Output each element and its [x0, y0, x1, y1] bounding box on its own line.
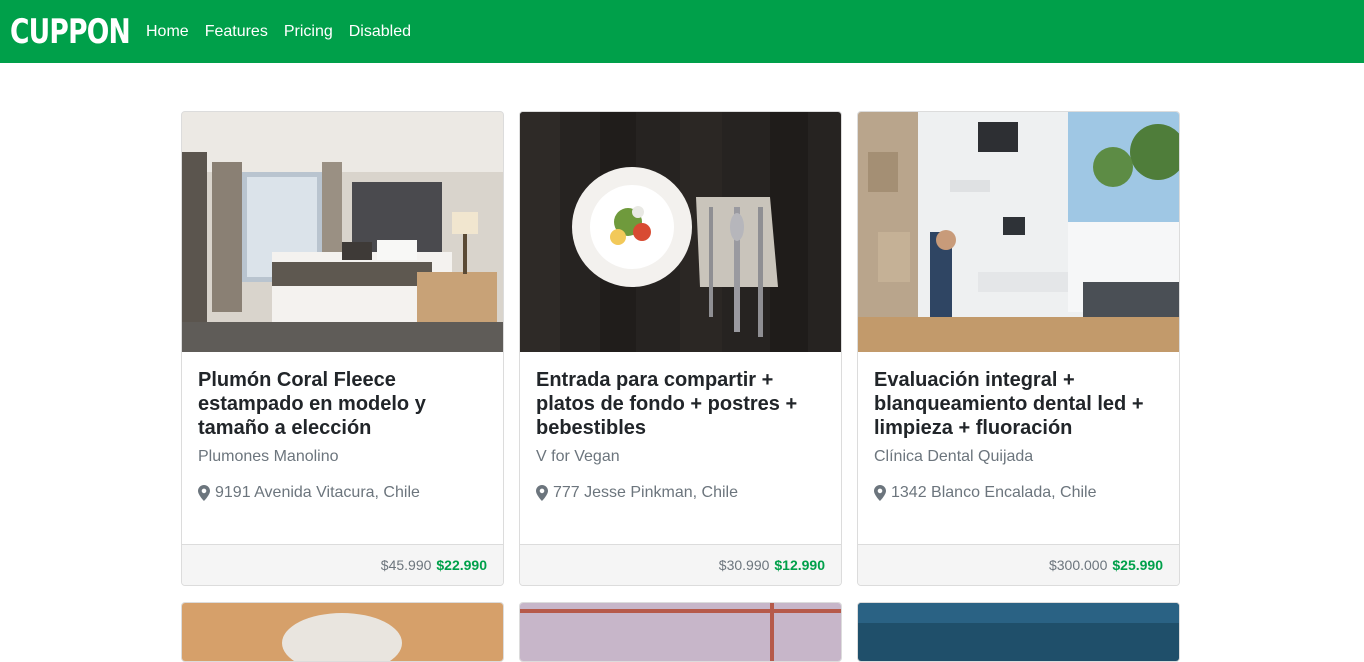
deal-image-hotel-bedroom[interactable] [182, 112, 503, 352]
deal-location: 9191 Avenida Vitacura, Chile [198, 484, 487, 502]
deal-card-partial[interactable] [181, 602, 504, 662]
deal-new-price: $25.990 [1112, 557, 1163, 573]
brand-logo[interactable]: CUPPON [10, 12, 131, 52]
deal-location-text: 9191 Avenida Vitacura, Chile [215, 484, 420, 501]
deal-card-body: Evaluación integral + blanqueamiento den… [858, 352, 1179, 544]
nav-link-features[interactable]: Features [205, 23, 268, 41]
map-pin-icon [874, 485, 886, 501]
deal-old-price: $45.990 [380, 557, 432, 573]
deal-card[interactable]: Evaluación integral + blanqueamiento den… [857, 111, 1180, 586]
deal-image-dental-clinic[interactable] [858, 112, 1179, 352]
deal-image-partial-bridge[interactable] [520, 603, 841, 661]
navbar: CUPPON Home Features Pricing Disabled [0, 0, 1364, 63]
deal-card-body: Entrada para compartir + platos de fondo… [520, 352, 841, 544]
deal-price-footer: $45.990 $22.990 [182, 544, 503, 585]
deal-old-price: $300.000 [1048, 557, 1108, 573]
deal-title[interactable]: Entrada para compartir + platos de fondo… [536, 368, 825, 440]
deal-old-price: $30.990 [718, 557, 770, 573]
deal-price-footer: $30.990 $12.990 [520, 544, 841, 585]
deals-grid: Plumón Coral Fleece estampado en modelo … [181, 111, 1181, 662]
deal-card[interactable]: Entrada para compartir + platos de fondo… [519, 111, 842, 586]
deal-new-price: $12.990 [774, 557, 825, 573]
deal-card[interactable]: Plumón Coral Fleece estampado en modelo … [181, 111, 504, 586]
deal-vendor: V for Vegan [536, 448, 620, 465]
nav-link-disabled: Disabled [348, 22, 411, 40]
deal-title[interactable]: Plumón Coral Fleece estampado en modelo … [198, 368, 487, 440]
deal-vendor: Plumones Manolino [198, 448, 339, 465]
deal-title[interactable]: Evaluación integral + blanqueamiento den… [874, 368, 1163, 440]
nav-link-pricing[interactable]: Pricing [284, 23, 333, 41]
deal-new-price: $22.990 [436, 557, 487, 573]
nav-links: Home Features Pricing Disabled [146, 23, 427, 41]
deal-price-footer: $300.000 $25.990 [858, 544, 1179, 585]
map-pin-icon [536, 485, 548, 501]
deal-card-partial[interactable] [519, 602, 842, 662]
deal-location-text: 777 Jesse Pinkman, Chile [553, 484, 738, 501]
deal-location-text: 1342 Blanco Encalada, Chile [891, 484, 1097, 501]
deal-location: 777 Jesse Pinkman, Chile [536, 484, 825, 502]
deal-image-partial-sea[interactable] [858, 603, 1179, 661]
deal-vendor: Clínica Dental Quijada [874, 448, 1034, 465]
map-pin-icon [198, 485, 210, 501]
nav-link-home[interactable]: Home [146, 23, 189, 41]
deal-image-plate-and-cutlery[interactable] [520, 112, 841, 352]
deal-image-partial-food[interactable] [182, 603, 503, 661]
deal-location: 1342 Blanco Encalada, Chile [874, 484, 1163, 502]
deal-card-partial[interactable] [857, 602, 1180, 662]
deal-card-body: Plumón Coral Fleece estampado en modelo … [182, 352, 503, 544]
